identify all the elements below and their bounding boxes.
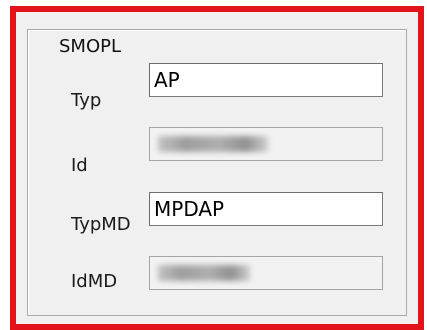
idmd-value-redacted [158, 265, 250, 281]
idmd-field[interactable] [149, 256, 383, 290]
highlight-frame: SMOPL Typ Id TypMD IdMD [10, 6, 424, 330]
typ-field[interactable] [149, 63, 383, 97]
idmd-label: IdMD [71, 271, 118, 292]
id-value-redacted [158, 136, 268, 152]
typ-label: Typ [71, 90, 102, 111]
groupbox-title: SMOPL [56, 36, 125, 58]
id-field[interactable] [149, 127, 383, 161]
smopl-groupbox: SMOPL Typ Id TypMD IdMD [27, 29, 407, 316]
id-label: Id [71, 155, 88, 176]
typmd-label: TypMD [71, 214, 131, 235]
typmd-field[interactable] [149, 192, 383, 226]
